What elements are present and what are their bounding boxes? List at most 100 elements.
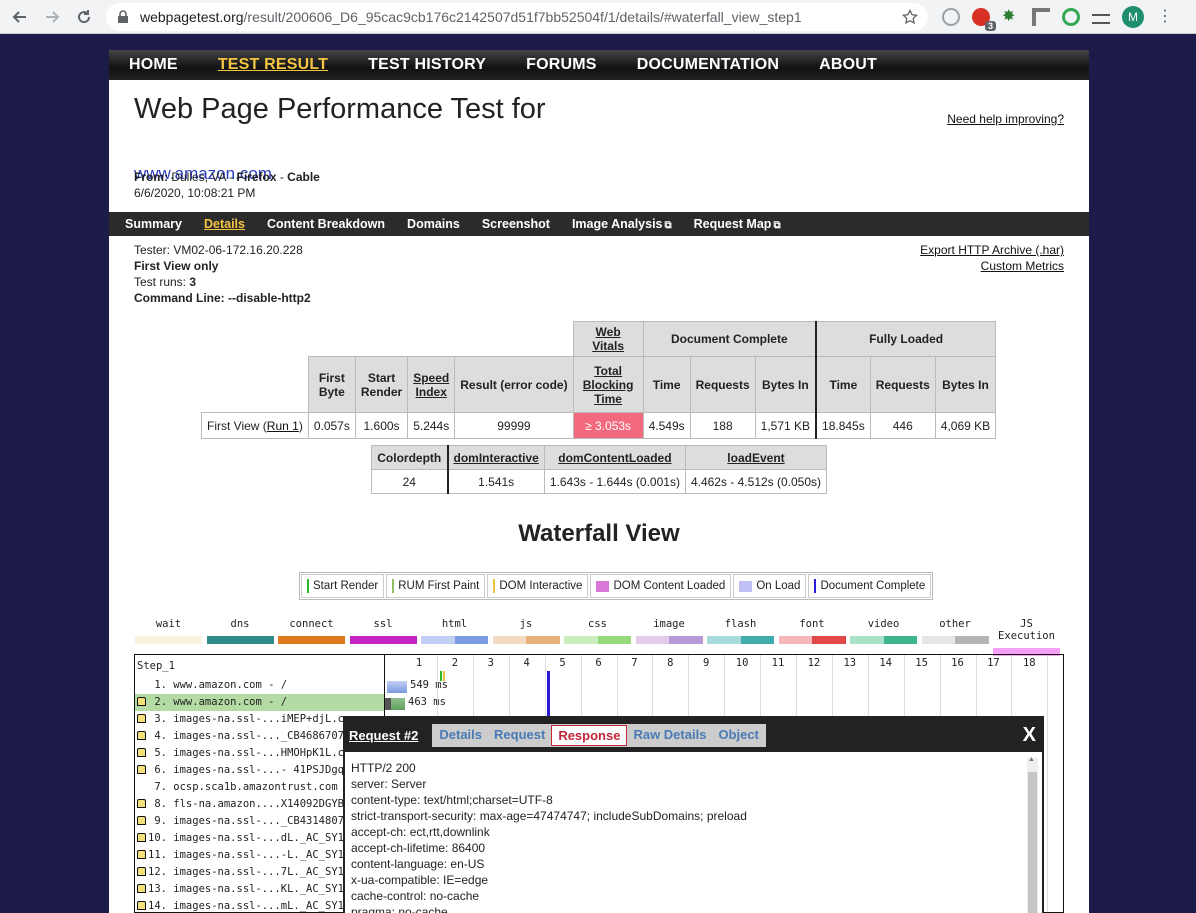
result-subnav: Summary Details Content Breakdown Domain…	[109, 212, 1089, 236]
nav-test-result[interactable]: TEST RESULT	[218, 56, 328, 74]
nav-test-history[interactable]: TEST HISTORY	[368, 56, 486, 74]
value-dom-content-loaded: 1.643s - 1.644s (0.001s)	[543, 469, 686, 494]
legend-label: RUM First Paint	[398, 580, 480, 592]
custom-metrics-link[interactable]: Custom Metrics	[920, 258, 1064, 274]
popup-tab-object[interactable]: Object	[712, 725, 764, 746]
tester-info: Tester: VM02-06-172.16.20.228	[134, 243, 303, 257]
col-full-requests: Requests	[869, 356, 936, 413]
lock-icon	[137, 765, 146, 774]
legend-swatch	[307, 579, 309, 593]
lock-icon	[137, 714, 146, 723]
legend-swatch	[596, 580, 610, 592]
tab-summary[interactable]: Summary	[125, 217, 182, 231]
tab-details[interactable]: Details	[204, 217, 245, 231]
nav-documentation[interactable]: DOCUMENTATION	[637, 56, 779, 74]
circle-extension-icon[interactable]	[1062, 7, 1080, 26]
popup-tab-details[interactable]: Details	[433, 725, 488, 746]
legend-swatch	[493, 579, 496, 593]
response-header-line: HTTP/2 200	[351, 761, 416, 775]
help-link[interactable]: Need help improving?	[947, 112, 1064, 126]
content-type-label: JS Execution	[998, 618, 1055, 642]
popup-tab-response[interactable]: Response	[551, 724, 628, 746]
export-har-link[interactable]: Export HTTP Archive (.har)	[920, 242, 1064, 258]
time-tick-label: 4	[523, 657, 530, 669]
content-type-label: other	[939, 618, 971, 630]
col-doc-requests: Requests	[689, 356, 756, 413]
opera-extension-icon[interactable]: 3	[972, 7, 996, 31]
test-date: 6/6/2020, 10:08:21 PM	[134, 186, 256, 200]
time-tick-label: 9	[703, 657, 710, 669]
request-2-duration: 463 ms	[408, 696, 446, 708]
content-type-swatch	[635, 636, 703, 644]
value-load-event: 4.462s - 4.512s (0.050s)	[684, 469, 828, 494]
tab-request-map[interactable]: Request Map ⧉	[694, 217, 781, 231]
legend-item: DOM Content Loaded	[590, 574, 732, 598]
web-vitals-header[interactable]: Web Vitals	[572, 321, 644, 357]
request-row[interactable]: 1. www.amazon.com - /	[135, 677, 384, 694]
content-type-label: dns	[230, 618, 250, 630]
time-tick-label: 16	[951, 657, 964, 669]
tab-image-analysis[interactable]: Image Analysis ⧉	[572, 217, 672, 231]
tab-screenshot[interactable]: Screenshot	[482, 217, 550, 231]
content-type-label: html	[441, 618, 468, 630]
popup-tab-raw-details[interactable]: Raw Details	[627, 725, 712, 746]
request-2-bar[interactable]	[385, 698, 405, 710]
tab-content-breakdown[interactable]: Content Breakdown	[267, 217, 385, 231]
external-link-icon: ⧉	[664, 220, 672, 231]
col-first-byte: First Byte	[307, 356, 356, 413]
tab-domains[interactable]: Domains	[407, 217, 460, 231]
popup-title[interactable]: Request #2	[349, 728, 418, 743]
col-speed-index[interactable]: Speed Index	[407, 356, 456, 413]
content-type-item: connect	[278, 618, 345, 644]
results-table: Web Vitals Document Complete Fully Loade…	[201, 321, 997, 439]
time-tick-label: 12	[807, 657, 821, 669]
dom-interactive-marker	[443, 671, 445, 681]
lock-icon	[137, 901, 146, 910]
value-doc-requests: 188	[689, 412, 756, 439]
time-tick-label: 8	[667, 657, 674, 669]
col-dom-content-loaded[interactable]: domContentLoaded	[543, 445, 686, 470]
nav-forums[interactable]: FORUMS	[526, 56, 597, 74]
time-tick-label: 15	[915, 657, 928, 669]
col-start-render: Start Render	[354, 356, 409, 413]
content-type-label: ssl	[373, 618, 393, 630]
browser-toolbar: webpagetest.org/result/200606_D6_95cac9c…	[0, 0, 1196, 34]
legend-label: Start Render	[313, 580, 379, 592]
reading-list-icon[interactable]	[1092, 13, 1110, 24]
back-icon[interactable]	[8, 5, 32, 29]
col-full-time: Time	[815, 356, 871, 413]
legend-swatch	[392, 579, 395, 593]
scroll-up-icon[interactable]: ▲	[1028, 756, 1035, 763]
value-first-byte: 0.057s	[307, 412, 356, 439]
nav-home[interactable]: HOME	[129, 56, 178, 74]
col-load-event[interactable]: loadEvent	[684, 445, 828, 470]
bookmark-star-icon[interactable]	[902, 8, 918, 25]
address-bar[interactable]: webpagetest.org/result/200606_D6_95cac9c…	[106, 2, 928, 31]
popup-tab-request[interactable]: Request	[488, 725, 551, 746]
value-start-render: 1.600s	[354, 412, 409, 439]
value-colordepth: 24	[371, 469, 448, 494]
popup-scrollbar[interactable]: ▲	[1027, 756, 1038, 913]
request-1-bar[interactable]	[387, 681, 407, 693]
content-type-swatch	[206, 636, 274, 644]
content-type-swatch	[135, 636, 202, 644]
globe-extension-icon[interactable]	[942, 7, 960, 26]
request-row[interactable]: 2. www.amazon.com - /	[135, 694, 384, 711]
nav-about[interactable]: ABOUT	[819, 56, 877, 74]
lock-icon	[137, 833, 146, 842]
response-header-line: pragma: no-cache	[351, 905, 448, 913]
forward-icon[interactable]	[40, 5, 64, 29]
reload-icon[interactable]	[72, 5, 96, 29]
col-dom-interactive[interactable]: domInteractive	[446, 445, 545, 470]
col-total-blocking-time[interactable]: Total Blocking Time	[572, 356, 644, 413]
avatar[interactable]: M	[1122, 5, 1144, 28]
corner-extension-icon[interactable]	[1032, 7, 1050, 26]
legend-item: On Load	[733, 574, 807, 598]
lock-icon	[118, 9, 128, 23]
menu-kebab-icon[interactable]: ⋮	[1156, 8, 1174, 26]
run-1-link[interactable]: Run 1	[267, 419, 299, 433]
star-extension-icon[interactable]: ✸	[1002, 8, 1020, 26]
close-icon[interactable]: X	[1023, 724, 1036, 747]
lock-icon	[137, 799, 146, 808]
start-render-marker	[440, 671, 442, 681]
